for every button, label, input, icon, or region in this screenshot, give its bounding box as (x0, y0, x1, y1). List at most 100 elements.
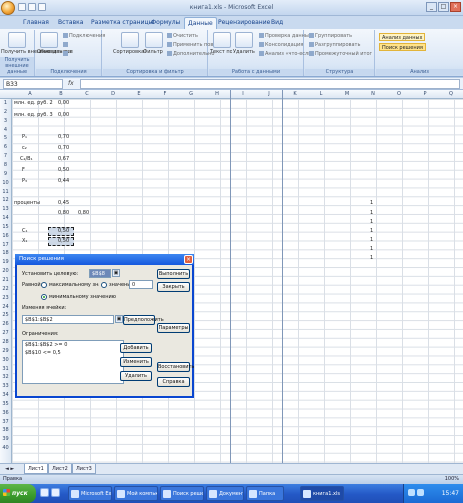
constraint-item[interactable]: $B$1:$B$2 >= 0 (23, 341, 123, 349)
fx-icon[interactable]: fx (68, 80, 74, 87)
col-header[interactable]: C (74, 91, 100, 97)
cell-b13[interactable]: 0,50 (58, 228, 69, 234)
get-external-data-icon[interactable] (8, 32, 26, 48)
advanced-item[interactable]: Дополнительно (167, 51, 214, 57)
col-header[interactable]: O (386, 91, 412, 97)
cell-right-value[interactable]: 1 (370, 219, 373, 225)
close-dialog-button[interactable]: Закрыть (157, 282, 190, 292)
taskbar-item[interactable]: Microsoft Excel (68, 486, 112, 501)
sheet-tab-1[interactable]: Лист1 (24, 464, 48, 474)
row-header[interactable]: 17 (0, 242, 11, 248)
cell-a6[interactable]: C₂/B₁ (20, 156, 33, 162)
ungroup-item[interactable]: Разгруппировать (309, 42, 360, 48)
help-button[interactable]: Справка (157, 377, 190, 387)
options-button[interactable]: Параметры (157, 323, 190, 333)
connections-item[interactable]: Подключения (63, 33, 105, 39)
col-header[interactable]: D (100, 91, 126, 97)
row-header[interactable]: 24 (0, 304, 11, 310)
tab-formulas[interactable]: Формулы (148, 17, 183, 29)
cell-right-value[interactable]: 1 (370, 228, 373, 234)
row-header[interactable]: 8 (0, 162, 11, 168)
row-header[interactable]: 7 (0, 153, 11, 159)
taskbar-item[interactable]: Документ (206, 486, 244, 501)
row-header[interactable]: 34 (0, 392, 11, 398)
taskbar-item[interactable]: Мой компьютер (114, 486, 158, 501)
tab-home[interactable]: Главная (20, 17, 52, 29)
constraint-item[interactable]: $B$10 <= 0,5 (23, 349, 123, 357)
cell-a14[interactable]: X₁ (22, 238, 27, 244)
row-header[interactable]: 31 (0, 366, 11, 372)
row-header[interactable]: 25 (0, 312, 11, 318)
cell-c11[interactable]: 0,80 (78, 210, 89, 216)
row-header[interactable]: 5 (0, 135, 11, 141)
cell-b10[interactable]: 0,45 (58, 200, 69, 206)
row-header[interactable]: 21 (0, 277, 11, 283)
row-header[interactable]: 36 (0, 410, 11, 416)
close-button[interactable]: × (450, 2, 461, 12)
reset-all-button[interactable]: Восстановить (157, 362, 194, 372)
browser-icon[interactable] (51, 488, 60, 497)
row-header[interactable]: 40 (0, 445, 11, 451)
filter-icon[interactable] (145, 32, 163, 48)
zoom-level[interactable]: 100% (445, 476, 459, 482)
col-header[interactable]: A (12, 91, 48, 97)
change-constraint-button[interactable]: Изменить (120, 357, 152, 367)
cell-a4[interactable]: P₁ (22, 134, 27, 140)
consolidate-item[interactable]: Консолидация (259, 42, 303, 48)
network-icon[interactable] (408, 489, 415, 496)
taskbar-item[interactable]: Папка (246, 486, 284, 501)
sheet-tab-3[interactable]: Лист3 (72, 464, 96, 474)
cell-a2[interactable]: млн. ед. руб. 3 (14, 112, 53, 118)
start-button[interactable]: пуск (0, 484, 36, 503)
row-header[interactable]: 32 (0, 374, 11, 380)
row-header[interactable]: 20 (0, 268, 11, 274)
row-header[interactable]: 12 (0, 197, 11, 203)
row-header[interactable]: 28 (0, 339, 11, 345)
properties-item[interactable] (63, 42, 69, 48)
row-header[interactable]: 9 (0, 171, 11, 177)
max-radio[interactable] (41, 282, 47, 288)
tab-review[interactable]: Рецензирование (215, 17, 273, 29)
row-header[interactable]: 16 (0, 233, 11, 239)
row-header[interactable]: 26 (0, 321, 11, 327)
col-header[interactable]: G (178, 91, 204, 97)
row-header[interactable]: 15 (0, 224, 11, 230)
col-header[interactable]: E (126, 91, 152, 97)
row-header[interactable]: 39 (0, 436, 11, 442)
sheet-nav-arrows[interactable]: ◄ ► (2, 464, 22, 474)
tab-view[interactable]: Вид (268, 17, 286, 29)
col-header[interactable]: M (334, 91, 360, 97)
cell-b11[interactable]: 0,80 (58, 210, 69, 216)
value-radio[interactable] (101, 282, 107, 288)
row-header[interactable]: 10 (0, 180, 11, 186)
text-to-columns-icon[interactable] (213, 32, 231, 48)
delete-constraint-button[interactable]: Удалить (120, 371, 152, 381)
row-header[interactable]: 4 (0, 127, 11, 133)
row-header[interactable]: 35 (0, 401, 11, 407)
cell-a13[interactable]: C₁ (22, 228, 28, 234)
value-input[interactable]: 0 (129, 280, 153, 289)
tab-insert[interactable]: Вставка (55, 17, 86, 29)
data-validation-item[interactable]: Проверка данных (259, 33, 312, 39)
min-radio[interactable] (41, 294, 47, 300)
col-header[interactable]: P (412, 91, 438, 97)
cell-a8[interactable]: P₃ (22, 178, 27, 184)
name-box[interactable]: B33 (3, 79, 63, 89)
row-header[interactable]: 19 (0, 259, 11, 265)
cell-b14[interactable]: 0,50 (58, 238, 69, 244)
cell-right-value[interactable]: 1 (370, 246, 373, 252)
minimize-button[interactable]: _ (426, 2, 437, 12)
subtotal-item[interactable]: Промежуточный итог (309, 51, 372, 57)
cell-a10[interactable]: проценты (14, 200, 40, 206)
row-header[interactable]: 11 (0, 189, 11, 195)
desktop-icon[interactable] (40, 488, 49, 497)
cell-b5[interactable]: 0,70 (58, 145, 69, 151)
col-header[interactable]: N (360, 91, 386, 97)
row-header[interactable]: 18 (0, 250, 11, 256)
guess-button[interactable]: Предположить (123, 315, 164, 325)
edit-links-item[interactable] (63, 51, 69, 57)
row-header[interactable]: 30 (0, 357, 11, 363)
col-header[interactable]: I (230, 91, 256, 97)
row-header[interactable]: 14 (0, 215, 11, 221)
col-header[interactable]: L (308, 91, 334, 97)
